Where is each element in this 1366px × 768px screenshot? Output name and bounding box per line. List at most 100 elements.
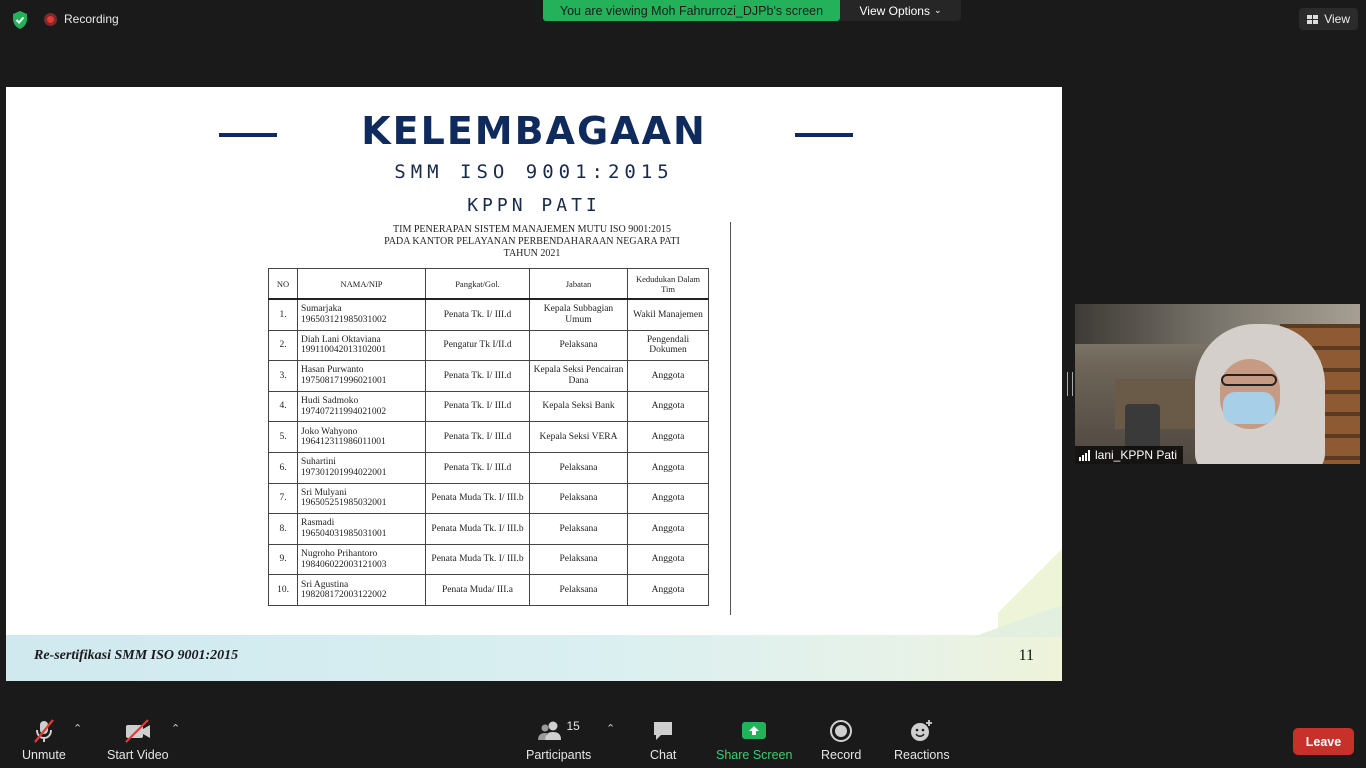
recording-dot-icon — [44, 12, 57, 26]
decor-triangle — [966, 607, 1062, 637]
participant-video[interactable] — [1075, 304, 1360, 464]
participant-name: lani_KPPN Pati — [1095, 448, 1178, 462]
cell-pangkat: Penata Tk. I/ III.d — [425, 451, 530, 484]
cell-pangkat: Penata Tk. I/ III.d — [425, 421, 530, 453]
record-label: Record — [821, 748, 862, 762]
cell-nama-nip: Hudi Sadmoko 197407211994021002 — [297, 390, 426, 423]
chevron-down-icon: ⌄ — [933, 5, 942, 15]
cell-nama-nip: Sumarjaka 196503121985031002 — [297, 298, 426, 331]
slide-title: KELEMBAGAAN — [361, 109, 707, 153]
member-nip: 196412311986011001 — [301, 437, 386, 448]
cell-no: 3. — [268, 360, 298, 392]
cell-nama-nip: Hasan Purwanto 197508171996021001 — [297, 360, 426, 392]
table-header-row: NO NAMA/NIP Pangkat/Gol. Jabatan Keduduk… — [268, 268, 709, 300]
leave-meeting-button[interactable]: Leave — [1293, 728, 1354, 755]
record-button[interactable]: Record — [821, 718, 861, 762]
cell-nama-nip: Suhartini 197301201994022001 — [297, 451, 426, 484]
recording-indicator[interactable]: Recording — [44, 12, 119, 26]
cell-no: 8. — [268, 513, 298, 545]
table-row: 2. Diah Lani Oktaviana 199110042013102001 P… — [268, 329, 709, 362]
member-nip: 199110042013102001 — [301, 345, 387, 356]
member-name: Hudi Sadmoko — [301, 396, 359, 407]
cell-jabatan: Pelaksana — [529, 329, 628, 362]
cell-jabatan: Pelaksana — [529, 543, 628, 576]
table-row: 3. Hasan Purwanto 197508171996021001 Penata… — [268, 360, 709, 392]
cell-jabatan: Pelaksana — [529, 574, 628, 606]
table-row: 5. Joko Wahyono 196412311986011001 Penata T… — [268, 421, 709, 453]
cell-kedudukan: Anggota — [627, 482, 709, 515]
member-nip: 196505251985032001 — [301, 498, 387, 509]
unmute-button[interactable]: Unmute — [22, 718, 66, 762]
view-button-label: View — [1324, 12, 1350, 26]
audio-options-caret[interactable]: ⌃ — [73, 722, 82, 735]
cell-kedudukan: Anggota — [627, 390, 709, 423]
video-camera-off-icon — [123, 718, 153, 744]
participants-button[interactable]: 15 Participants — [526, 718, 591, 762]
table-row: 1. Sumarjaka 196503121985031002 Penata Tk. … — [268, 298, 709, 331]
slide-footer-text: Re-sertifikasi SMM ISO 9001:2015 — [34, 648, 239, 663]
member-nip: 198406022003121003 — [301, 559, 387, 570]
participants-options-caret[interactable]: ⌃ — [606, 722, 615, 735]
smiley-plus-icon — [909, 718, 935, 744]
cell-no: 2. — [268, 329, 298, 362]
start-video-label: Start Video — [107, 748, 169, 762]
cell-jabatan: Kepala Seksi Bank — [529, 390, 628, 423]
reactions-button[interactable]: Reactions — [894, 718, 950, 762]
member-name: Rasmadi — [301, 518, 335, 529]
microphone-muted-icon — [31, 718, 57, 744]
cell-nama-nip: Nugroho Prihantoro 198406022003121003 — [297, 543, 426, 576]
cell-kedudukan: Anggota — [627, 360, 709, 392]
cell-pangkat: Pengatur Tk I/II.d — [425, 329, 530, 362]
column-header: Jabatan — [529, 268, 628, 300]
cell-kedudukan: Anggota — [627, 513, 709, 545]
chat-button[interactable]: Chat — [650, 718, 676, 762]
cell-kedudukan: Anggota — [627, 451, 709, 484]
cell-kedudukan: Anggota — [627, 574, 709, 606]
column-header: NAMA/NIP — [297, 268, 426, 300]
member-name: Sri Mulyani — [301, 487, 347, 498]
slide-subtitle: SMM ISO 9001:2015 — [394, 161, 674, 183]
member-name: Hasan Purwanto — [301, 365, 364, 376]
participant-glasses — [1221, 374, 1277, 386]
cell-pangkat: Penata Muda Tk. I/ III.b — [425, 482, 530, 515]
cell-jabatan: Pelaksana — [529, 482, 628, 515]
share-screen-icon — [741, 718, 767, 744]
member-nip: 197508171996021001 — [301, 375, 387, 386]
cell-no: 1. — [268, 298, 298, 331]
member-nip: 196504031985031001 — [301, 528, 387, 539]
cell-nama-nip: Joko Wahyono 196412311986011001 — [297, 421, 426, 453]
view-button[interactable]: View — [1299, 8, 1358, 30]
video-background-chair — [1125, 404, 1160, 449]
recording-label: Recording — [64, 12, 119, 26]
security-shield-icon[interactable] — [10, 10, 30, 30]
unmute-label: Unmute — [22, 748, 66, 762]
member-name: Diah Lani Oktaviana — [301, 334, 381, 345]
shared-screen: KELEMBAGAAN SMM ISO 9001:2015 KPPN PATI … — [6, 87, 1062, 681]
team-table: NO NAMA/NIP Pangkat/Gol. Jabatan Keduduk… — [268, 268, 709, 606]
column-header: Kedudukan Dalam Tim — [627, 268, 709, 300]
view-options-dropdown[interactable]: View Options ⌄ — [840, 0, 961, 21]
cell-no: 5. — [268, 421, 298, 453]
share-screen-label: Share Screen — [716, 748, 793, 762]
cell-jabatan: Pelaksana — [529, 451, 628, 484]
cell-kedudukan: Pengendali Dokumen — [627, 329, 709, 362]
cell-kedudukan: Wakil Manajemen — [627, 298, 709, 331]
video-options-caret[interactable]: ⌃ — [171, 722, 180, 735]
cell-nama-nip: Sri Agustina 198208172003122002 — [297, 574, 426, 606]
share-screen-button[interactable]: Share Screen — [716, 718, 792, 762]
document-heading-line: TAHUN 2021 — [503, 248, 561, 259]
participants-count: 15 — [566, 719, 580, 733]
cell-no: 7. — [268, 482, 298, 515]
cell-pangkat: Penata Tk. I/ III.d — [425, 360, 530, 392]
chat-label: Chat — [650, 748, 677, 762]
cell-no: 9. — [268, 543, 298, 576]
reactions-label: Reactions — [894, 748, 950, 762]
document-edge-line — [730, 222, 731, 615]
start-video-button[interactable]: Start Video — [107, 718, 169, 762]
participants-icon: 15 — [537, 718, 580, 744]
cell-jabatan: Pelaksana — [529, 513, 628, 545]
video-panel-drag-handle[interactable] — [1067, 372, 1073, 396]
cell-nama-nip: Sri Mulyani 196505251985032001 — [297, 482, 426, 515]
slide-page-number: 11 — [1018, 647, 1034, 664]
grid-view-icon — [1307, 14, 1319, 24]
